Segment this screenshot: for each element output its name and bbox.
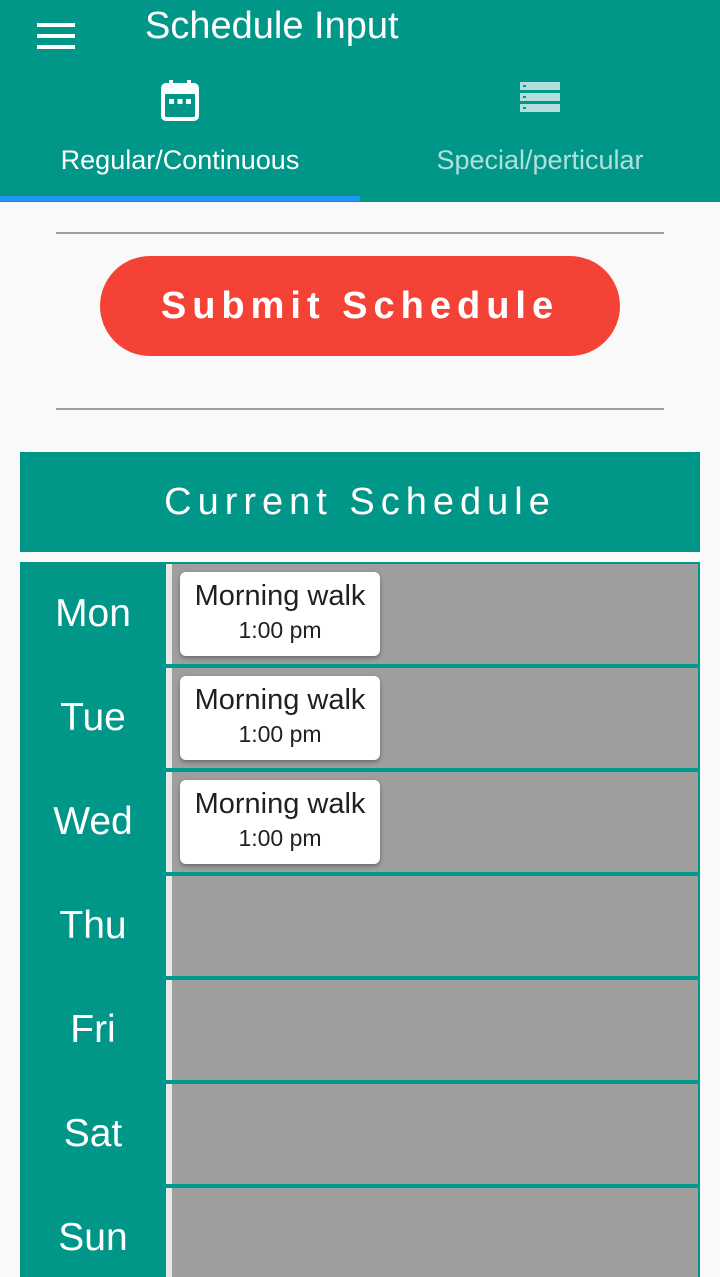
calendar-icon [161,80,199,122]
event-time: 1:00 pm [238,617,322,643]
app-title: Schedule Input [145,5,399,47]
event-card[interactable]: Morning walk 1:00 pm [180,780,380,864]
divider-bottom [56,408,664,410]
day-label-tue: Tue [60,696,126,739]
day-label-sun: Sun [58,1216,128,1259]
day-row-wed: Wed Morning walk 1:00 pm [20,770,700,874]
hamburger-menu-icon [37,23,75,49]
day-label-thu: Thu [59,904,127,947]
menu-button[interactable] [28,14,84,58]
list-icon [520,80,560,122]
current-schedule-header: Current Schedule [20,452,700,552]
day-label-wed: Wed [53,800,133,843]
schedule-grid: Mon Morning walk 1:00 pm Tue Morning wal… [20,562,700,1277]
event-time: 1:00 pm [238,721,322,747]
day-area-sat[interactable] [172,1084,698,1184]
tab-label: Special/perticular [436,145,644,175]
day-label-fri: Fri [70,1008,116,1051]
day-area-thu[interactable] [172,876,698,976]
tab-label: Regular/Continuous [60,145,300,175]
event-card[interactable]: Morning walk 1:00 pm [180,572,380,656]
event-title: Morning walk [194,580,366,612]
day-row-mon: Mon Morning walk 1:00 pm [20,562,700,666]
day-row-tue: Tue Morning walk 1:00 pm [20,666,700,770]
event-title: Morning walk [194,684,366,716]
day-label-mon: Mon [55,592,131,635]
day-area-mon[interactable]: Morning walk 1:00 pm [172,564,698,664]
event-card[interactable]: Morning walk 1:00 pm [180,676,380,760]
day-area-sun[interactable] [172,1188,698,1277]
day-row-fri: Fri [20,978,700,1082]
divider-top [56,232,664,234]
tab-special-perticular[interactable]: Special/perticular [360,72,720,202]
event-time: 1:00 pm [238,825,322,851]
tab-regular-continuous[interactable]: Regular/Continuous [0,72,360,202]
app-bar: Schedule Input Regular/Continuous Specia… [0,0,720,202]
day-label-sat: Sat [63,1112,123,1155]
day-row-sun: Sun [20,1186,700,1277]
day-row-thu: Thu [20,874,700,978]
selected-tab-indicator [0,196,360,201]
event-title: Morning walk [194,788,366,820]
submit-schedule-button[interactable]: Submit Schedule [100,256,620,356]
day-area-wed[interactable]: Morning walk 1:00 pm [172,772,698,872]
day-row-sat: Sat [20,1082,700,1186]
day-area-tue[interactable]: Morning walk 1:00 pm [172,668,698,768]
day-area-fri[interactable] [172,980,698,1080]
